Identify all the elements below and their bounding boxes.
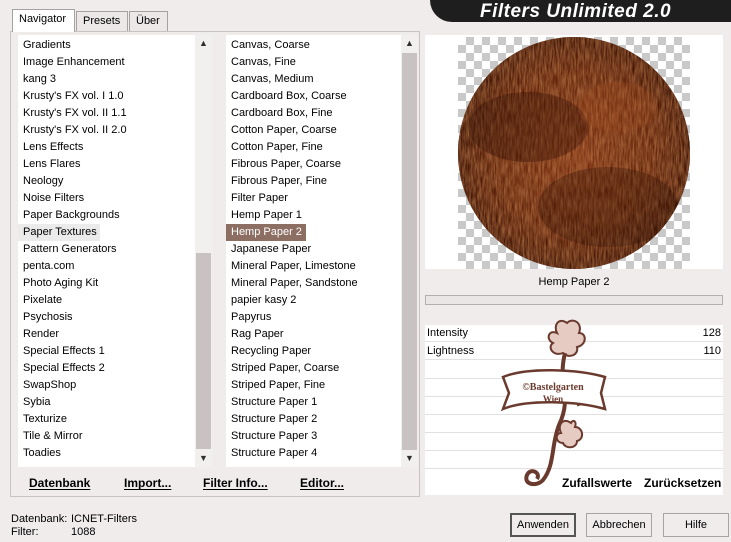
list-item[interactable]: Sybia (18, 394, 51, 411)
scroll-up-icon[interactable]: ▲ (401, 35, 418, 52)
db-value: ICNET-Filters (71, 513, 137, 525)
filter-info-button[interactable]: Filter Info... (203, 476, 268, 490)
list-item[interactable]: penta.com (18, 258, 74, 275)
list-item[interactable]: Hemp Paper 1 (226, 207, 302, 224)
list-item[interactable]: Structure Paper 1 (226, 394, 317, 411)
list-item[interactable]: Paper Textures (18, 224, 100, 241)
category-scroll-thumb[interactable] (196, 253, 211, 449)
import-button[interactable]: Import... (124, 476, 171, 490)
random-values-button[interactable]: Zufallswerte (562, 476, 632, 490)
list-item[interactable]: Image Enhancement (18, 54, 125, 71)
app-title: Filters Unlimited 2.0 (480, 1, 672, 22)
watermark-text: Wien (543, 394, 563, 404)
list-item[interactable]: Fibrous Paper, Fine (226, 173, 327, 190)
list-item[interactable]: Gradients (18, 37, 71, 54)
filter-count-value: 1088 (71, 526, 96, 538)
list-item[interactable]: Lens Effects (18, 139, 83, 156)
list-item[interactable]: Fibrous Paper, Coarse (226, 156, 341, 173)
list-item[interactable]: Lens Flares (18, 156, 80, 173)
list-item[interactable]: kang 3 (18, 71, 56, 88)
watermark-text: ©Bastelgarten (522, 382, 584, 393)
filter-list[interactable]: Canvas, Coarse Canvas, Fine Canvas, Medium… (226, 35, 402, 467)
filter-scrollbar[interactable]: ▲ ▼ (401, 35, 418, 467)
filter-count-label: Filter: (11, 526, 39, 538)
list-item[interactable]: Structure Paper 2 (226, 411, 317, 428)
scroll-down-icon[interactable]: ▼ (401, 450, 418, 467)
list-item[interactable]: Texturize (18, 411, 67, 428)
list-item[interactable]: Cotton Paper, Coarse (226, 122, 337, 139)
selected-filter-name: Hemp Paper 2 (425, 271, 723, 293)
list-item[interactable]: Noise Filters (18, 190, 84, 207)
list-item[interactable]: Filter Paper (226, 190, 288, 207)
tab-ueber[interactable]: Über (129, 11, 168, 31)
param-label: Intensity (427, 327, 468, 339)
param-value: 128 (702, 327, 721, 339)
list-item[interactable]: Striped Paper, Fine (226, 377, 325, 394)
preview-image (458, 37, 690, 269)
list-item[interactable]: Hemp Paper 2 (226, 224, 306, 241)
list-item[interactable]: Mineral Paper, Limestone (226, 258, 356, 275)
list-item[interactable]: Canvas, Fine (226, 54, 296, 71)
list-item[interactable]: Special Effects 1 (18, 343, 105, 360)
list-item[interactable]: Japanese Paper (226, 241, 311, 258)
list-item[interactable]: Cardboard Box, Fine (226, 105, 333, 122)
list-item[interactable]: Tile & Mirror (18, 428, 82, 445)
list-item[interactable]: Papyrus (226, 309, 271, 326)
watermark-flower-icon: ©Bastelgarten Wien (500, 319, 607, 487)
category-list[interactable]: Gradients Image Enhancement kang 3 Krusty's… (18, 35, 196, 467)
list-item[interactable]: Rag Paper (226, 326, 284, 343)
scroll-down-icon[interactable]: ▼ (195, 450, 212, 467)
param-value: 110 (703, 345, 721, 357)
list-item[interactable]: Pattern Generators (18, 241, 117, 258)
list-item[interactable]: Photo Aging Kit (18, 275, 98, 292)
list-item[interactable]: Canvas, Coarse (226, 37, 310, 54)
tab-presets[interactable]: Presets (76, 11, 128, 31)
cancel-button[interactable]: Abbrechen (586, 513, 652, 537)
list-item[interactable]: Paper Backgrounds (18, 207, 120, 224)
list-item[interactable]: Cardboard Box, Coarse (226, 88, 347, 105)
apply-button[interactable]: Anwenden (510, 513, 576, 537)
editor-button[interactable]: Editor... (300, 476, 344, 490)
tab-navigator[interactable]: Navigator (12, 9, 75, 32)
list-item[interactable]: papier kasy 2 (226, 292, 296, 309)
scroll-up-icon[interactable]: ▲ (195, 35, 212, 52)
list-item[interactable]: Recycling Paper (226, 343, 311, 360)
list-item[interactable]: Krusty's FX vol. II 1.1 (18, 105, 127, 122)
list-item[interactable]: Pixelate (18, 292, 62, 309)
list-item[interactable]: Striped Paper, Coarse (226, 360, 339, 377)
reset-button[interactable]: Zurücksetzen (644, 476, 721, 490)
list-item[interactable]: Canvas, Medium (226, 71, 314, 88)
list-item[interactable]: Mineral Paper, Sandstone (226, 275, 358, 292)
list-item[interactable]: Krusty's FX vol. II 2.0 (18, 122, 127, 139)
db-label: Datenbank: (11, 513, 68, 525)
param-label: Lightness (427, 345, 475, 357)
list-item[interactable]: Krusty's FX vol. I 1.0 (18, 88, 124, 105)
filter-scroll-thumb[interactable] (402, 53, 417, 450)
list-item[interactable]: SwapShop (18, 377, 76, 394)
list-item[interactable]: Toadies (18, 445, 61, 462)
list-item[interactable]: Structure Paper 3 (226, 428, 317, 445)
list-item[interactable]: Structure Paper 4 (226, 445, 317, 462)
list-item[interactable]: Neology (18, 173, 63, 190)
list-item[interactable]: Cotton Paper, Fine (226, 139, 323, 156)
datenbank-button[interactable]: Datenbank (29, 476, 90, 490)
category-scrollbar[interactable]: ▲ ▼ (195, 35, 212, 467)
help-button[interactable]: Hilfe (663, 513, 729, 537)
progress-bar (425, 295, 723, 305)
list-item[interactable]: Special Effects 2 (18, 360, 105, 377)
list-item[interactable]: Render (18, 326, 59, 343)
list-item[interactable]: Psychosis (18, 309, 73, 326)
